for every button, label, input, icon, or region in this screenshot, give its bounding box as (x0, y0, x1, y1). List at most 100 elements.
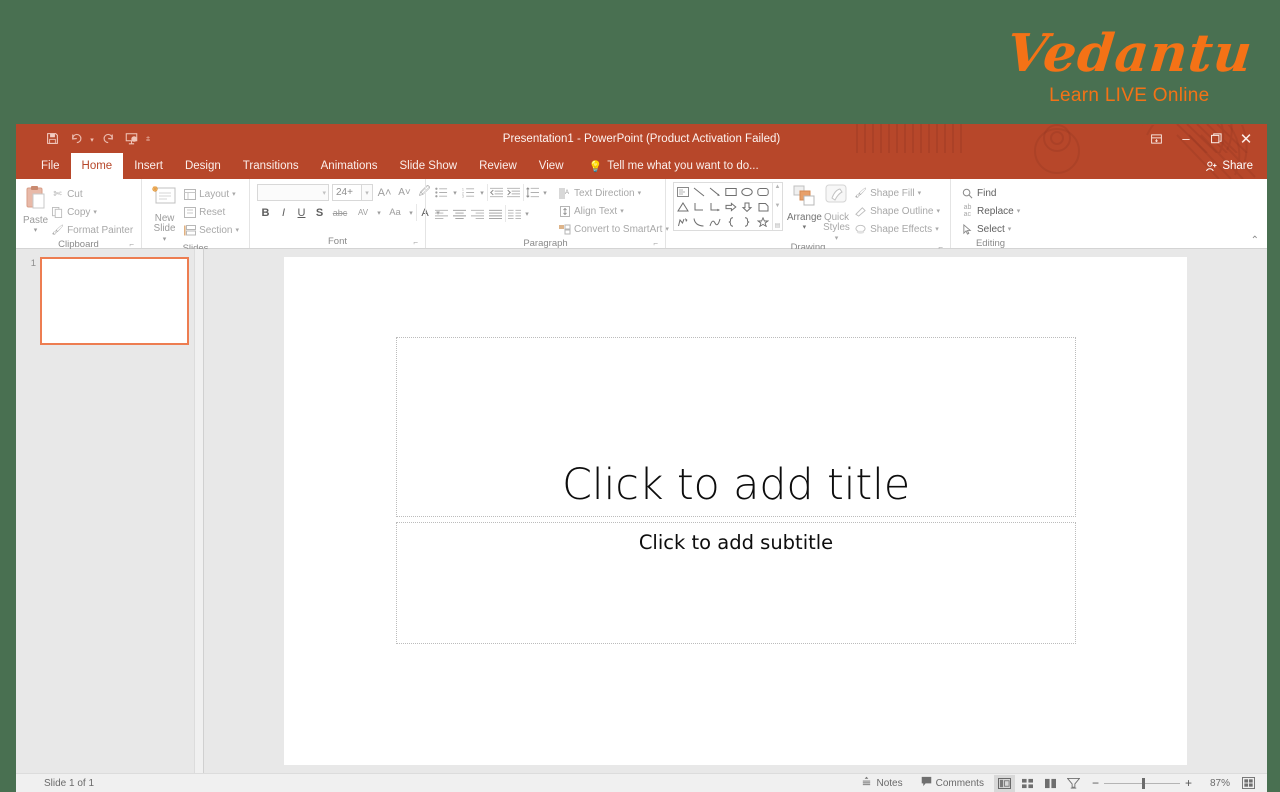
columns-caret-icon[interactable]: ▾ (523, 205, 531, 222)
shapes-gallery[interactable]: ▲ ▼ ▤ (673, 182, 783, 231)
text-shadow-icon[interactable]: S (311, 204, 328, 221)
align-text-button[interactable]: Align Text ▾ (555, 202, 672, 220)
pentagon-shape[interactable] (755, 199, 771, 214)
tab-slide-show[interactable]: Slide Show (389, 153, 469, 179)
start-slideshow-icon[interactable] (121, 128, 142, 149)
paste-button[interactable]: Paste ▾ (23, 183, 48, 234)
underline-icon[interactable]: U (293, 204, 310, 221)
line-shape[interactable] (691, 184, 707, 199)
paragraph-dialog-launcher-icon[interactable]: ⌐ (653, 239, 658, 248)
font-size-input[interactable]: 24+ (332, 184, 362, 201)
font-dialog-launcher-icon[interactable]: ⌐ (413, 238, 418, 247)
text-direction-caret-icon[interactable]: ▾ (638, 189, 642, 197)
elbow-connector-shape[interactable] (691, 199, 707, 214)
rounded-rectangle-shape[interactable] (755, 184, 771, 199)
character-spacing-icon[interactable]: AV (352, 204, 374, 221)
slide-counter[interactable]: Slide 1 of 1 (24, 778, 94, 789)
font-name-caret-icon[interactable]: ▾ (322, 189, 326, 197)
down-arrow-shape[interactable] (739, 199, 755, 214)
shape-outline-button[interactable]: Shape Outline ▾ (851, 202, 943, 220)
freeform-shape[interactable] (675, 214, 691, 229)
reading-view-icon[interactable] (1040, 775, 1061, 792)
line-spacing-caret-icon[interactable]: ▾ (541, 184, 549, 201)
left-brace-shape[interactable] (723, 214, 739, 229)
decrease-font-icon[interactable]: A˅ (396, 184, 413, 201)
align-center-icon[interactable] (451, 205, 468, 222)
bullets-caret-icon[interactable]: ▾ (451, 184, 459, 201)
align-right-icon[interactable] (469, 205, 486, 222)
oval-shape[interactable] (739, 184, 755, 199)
convert-to-smartart-button[interactable]: Convert to SmartArt ▾ (555, 220, 672, 238)
new-slide-button[interactable]: New Slide ▾ (149, 183, 180, 243)
bold-icon[interactable]: B (257, 204, 274, 221)
minimize-icon[interactable]: – (1171, 125, 1201, 153)
tab-design[interactable]: Design (174, 153, 232, 179)
star-shape[interactable] (755, 214, 771, 229)
strikethrough-icon[interactable]: abc (329, 204, 351, 221)
shape-outline-caret-icon[interactable]: ▾ (936, 207, 940, 215)
right-arrow-shape[interactable] (723, 199, 739, 214)
customize-qat-caret-icon[interactable]: ⩲ (144, 128, 152, 149)
triangle-shape[interactable] (675, 199, 691, 214)
select-button[interactable]: Select ▾ (958, 220, 1023, 238)
comments-button[interactable]: Comments (913, 774, 992, 792)
numbering-icon[interactable]: 123 (460, 184, 477, 201)
shape-effects-caret-icon[interactable]: ▾ (935, 225, 939, 233)
layout-caret-icon[interactable]: ▾ (232, 190, 236, 198)
textbox-shape[interactable] (675, 184, 691, 199)
font-name-input[interactable]: ▾ (257, 184, 329, 201)
collapse-ribbon-icon[interactable]: ⌃ (1251, 235, 1259, 246)
share-button[interactable]: Share (1205, 153, 1253, 179)
replace-caret-icon[interactable]: ▾ (1017, 207, 1021, 215)
gallery-scroll-down-icon[interactable]: ▼ (775, 203, 781, 209)
copy-caret-icon[interactable]: ▾ (93, 208, 97, 216)
shape-fill-button[interactable]: 🖌 Shape Fill ▾ (851, 184, 943, 202)
slideshow-view-icon[interactable] (1063, 775, 1084, 792)
zoom-out-button[interactable]: − (1092, 776, 1099, 790)
quick-styles-caret-icon[interactable]: ▾ (835, 234, 839, 242)
tab-insert[interactable]: Insert (123, 153, 174, 179)
cut-button[interactable]: ✄ Cut (48, 185, 136, 203)
shape-fill-caret-icon[interactable]: ▾ (918, 189, 922, 197)
notes-button[interactable]: Notes (853, 774, 910, 792)
arrow-shape[interactable] (707, 184, 723, 199)
zoom-slider-handle[interactable] (1142, 778, 1145, 789)
bullets-icon[interactable] (433, 184, 450, 201)
title-placeholder[interactable]: Click to add title (396, 337, 1076, 517)
right-brace-shape[interactable] (739, 214, 755, 229)
zoom-level-label[interactable]: 87% (1200, 778, 1230, 789)
tab-transitions[interactable]: Transitions (232, 153, 310, 179)
fit-slide-icon[interactable] (1238, 775, 1259, 792)
rectangle-shape[interactable] (723, 184, 739, 199)
elbow-arrow-shape[interactable] (707, 199, 723, 214)
format-painter-button[interactable]: 🖌 Format Painter (48, 221, 136, 239)
thumbnail-scrollbar[interactable] (194, 249, 203, 773)
increase-font-icon[interactable]: A˄ (376, 184, 393, 201)
shape-effects-button[interactable]: Shape Effects ▾ (851, 220, 943, 238)
tab-review[interactable]: Review (468, 153, 528, 179)
copy-button[interactable]: Copy ▾ (48, 203, 136, 221)
tab-animations[interactable]: Animations (310, 153, 389, 179)
decrease-indent-icon[interactable] (487, 184, 504, 201)
tell-me-search[interactable]: 💡 Tell me what you want to do... (575, 153, 759, 179)
zoom-control[interactable]: − + (1086, 776, 1198, 790)
slide-sorter-view-icon[interactable] (1017, 775, 1038, 792)
align-justify-icon[interactable] (487, 205, 504, 222)
undo-dropdown-caret-icon[interactable]: ▾ (88, 128, 96, 149)
change-case-icon[interactable]: Aa (384, 204, 406, 221)
character-spacing-caret-icon[interactable]: ▾ (375, 204, 383, 221)
gallery-scroll-up-icon[interactable]: ▲ (775, 184, 781, 190)
tab-view[interactable]: View (528, 153, 575, 179)
replace-button[interactable]: abac Replace ▾ (958, 202, 1023, 220)
restore-icon[interactable] (1201, 125, 1231, 153)
numbering-caret-icon[interactable]: ▾ (478, 184, 486, 201)
text-direction-button[interactable]: A Text Direction ▾ (555, 184, 672, 202)
slide-thumbnail-1[interactable] (40, 257, 189, 345)
quick-styles-button[interactable]: Quick Styles ▾ (822, 182, 851, 242)
increase-indent-icon[interactable] (505, 184, 522, 201)
arc-shape[interactable] (707, 214, 723, 229)
select-caret-icon[interactable]: ▾ (1008, 225, 1012, 233)
columns-icon[interactable] (505, 205, 522, 222)
close-icon[interactable]: ✕ (1231, 125, 1261, 153)
paste-caret-icon[interactable]: ▾ (34, 226, 38, 234)
